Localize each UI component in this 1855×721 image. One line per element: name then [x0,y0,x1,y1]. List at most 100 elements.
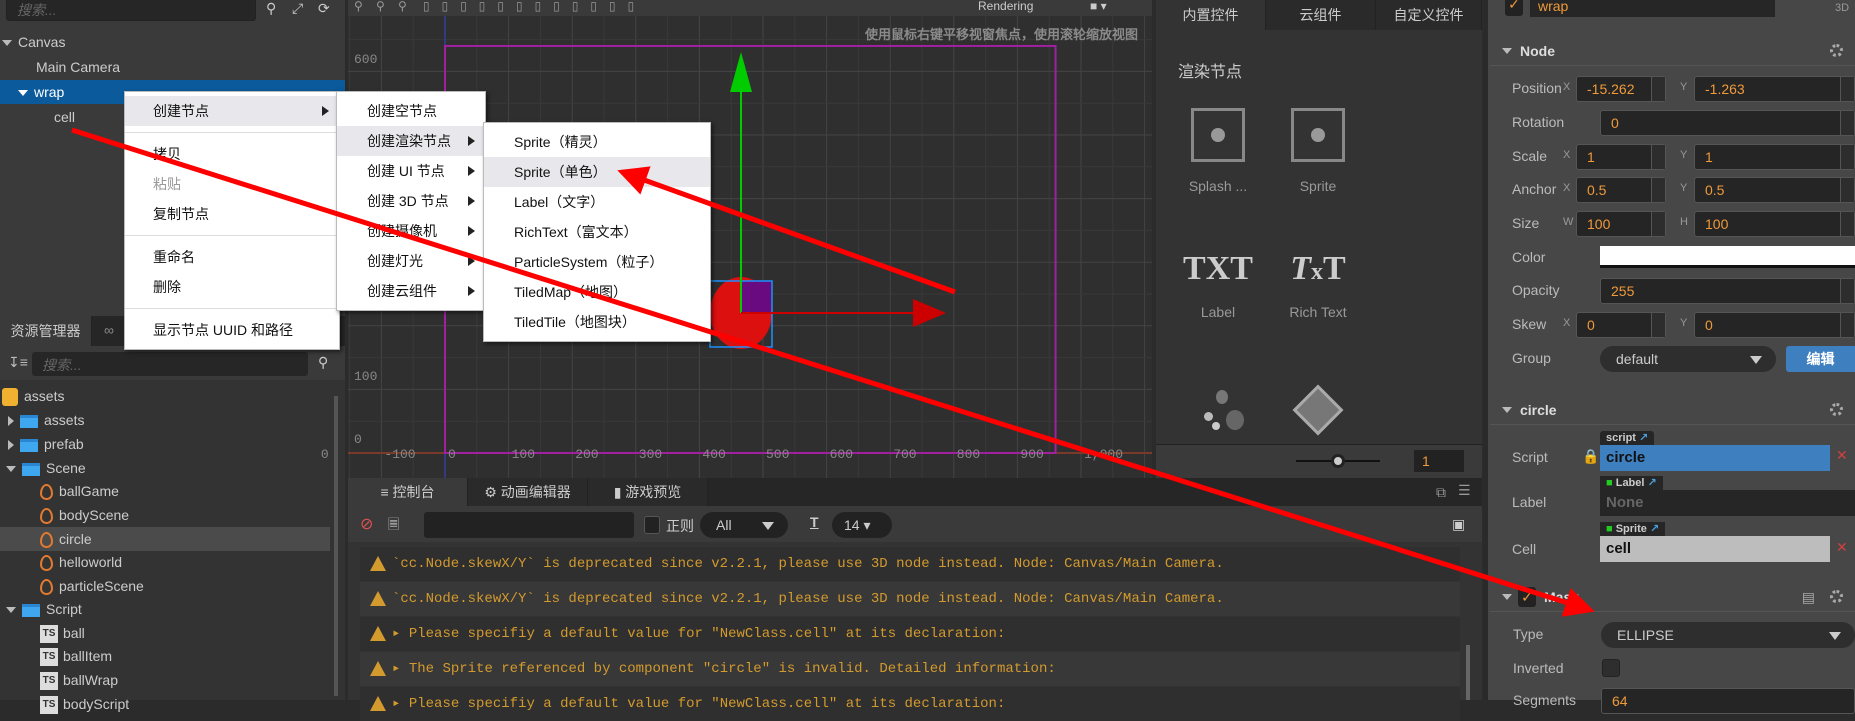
menu-item-empty-node[interactable]: 创建空节点 [337,96,485,126]
collapse-log-icon[interactable]: ▣ [1452,516,1465,533]
menu-item-create-node[interactable]: 创建节点 [125,96,339,126]
zoom-in-icon[interactable]: ⚲ [354,0,363,12]
console-message[interactable]: ▸ Please specifiy a default value for "N… [360,617,1460,651]
align-tools-icon[interactable]: ▯▯▯▯▯▯▯▯▯▯▯▯ [423,0,646,12]
stepper[interactable] [1651,178,1665,202]
asset-scene[interactable]: ballGame [0,479,345,503]
stepper[interactable] [1651,212,1665,236]
asset-script[interactable]: TS bodyScript [0,692,345,716]
stepper[interactable] [1840,279,1854,303]
color-swatch[interactable] [1600,246,1855,268]
expand-icon[interactable] [8,440,14,451]
sort-icon[interactable]: ↧≡ [8,354,28,371]
tab-custom[interactable]: 自定义控件 [1376,0,1482,30]
tab-builtin[interactable]: 内置控件 [1156,0,1266,30]
widget-richtext[interactable]: TxT Rich Text [1270,250,1366,320]
circle-section-header[interactable]: circle [1490,395,1855,425]
script-field[interactable]: circle [1600,445,1830,471]
asset-folder[interactable]: Scene [0,456,345,480]
console-filter-input[interactable] [424,512,634,538]
popout-icon[interactable]: ⧉ [1436,484,1446,501]
menu-item-render-node[interactable]: 创建渲染节点 [337,126,485,156]
link-icon[interactable]: ∞ [104,322,114,338]
font-size-select[interactable]: 14 ▾ [832,512,892,538]
stepper[interactable] [1840,178,1854,202]
menu-item-ui-node[interactable]: 创建 UI 节点 [337,156,485,186]
mask-section-header[interactable]: ✓ Mask ▤ [1490,582,1855,612]
console-message[interactable]: `cc.Node.skewX/Y` is deprecated since v2… [360,547,1460,581]
position-y-input[interactable]: -1.263 [1694,76,1855,102]
console-message[interactable]: ▸ The Sprite referenced by component "ci… [360,652,1460,686]
camera-icon[interactable]: ■ ▾ [1090,0,1107,12]
asset-folder[interactable]: assets [0,408,345,432]
console-scrollbar[interactable] [1466,645,1470,700]
gear-icon[interactable] [1830,44,1843,57]
asset-script[interactable]: TS ballItem [0,644,345,668]
asset-scene-selected[interactable]: circle [0,527,330,551]
zoom-value-input[interactable]: 1 [1414,450,1464,472]
zoom-reset-icon[interactable]: ⚲ [398,0,407,12]
tree-node-main-camera[interactable]: Main Camera [0,55,345,79]
gear-icon[interactable] [1830,403,1843,416]
console-message[interactable]: `cc.Node.skewX/Y` is deprecated since v2… [360,582,1460,616]
opacity-input[interactable]: 255 [1600,278,1855,304]
tab-animation-editor[interactable]: ⚙ 动画编辑器 [468,478,588,506]
stepper[interactable] [1840,77,1854,101]
anchor-y-input[interactable]: 0.5 [1694,177,1855,203]
search-icon[interactable]: ⚲ [266,0,276,17]
slider-handle[interactable] [1331,454,1345,468]
edit-group-button[interactable]: 编辑 [1786,346,1855,372]
menu-item-show-uuid[interactable]: 显示节点 UUID 和路径 [125,315,339,345]
tab-assets[interactable]: 资源管理器 [0,316,92,346]
menu-item-copy[interactable]: 拷贝 [125,139,339,169]
rendering-dropdown[interactable]: Rendering [978,0,1033,12]
asset-folder[interactable]: prefab [0,432,345,456]
asset-script[interactable]: TS ballWrap [0,668,345,692]
stepper[interactable] [1840,212,1854,236]
menu-item-rename[interactable]: 重命名 [125,242,339,272]
scale-x-input[interactable]: 1 [1576,144,1666,170]
node-section-header[interactable]: Node [1490,36,1855,66]
remove-icon[interactable]: ✕ [1836,447,1848,464]
menu-item-light[interactable]: 创建灯光 [337,246,485,276]
menu-item-camera[interactable]: 创建摄像机 [337,216,485,246]
stepper[interactable] [1840,145,1854,169]
tree-node-canvas[interactable]: Canvas [0,30,345,54]
3d-toggle[interactable]: 3D [1835,2,1849,14]
widget-splash[interactable]: Splash ... [1170,108,1266,208]
expand-icon[interactable] [8,416,14,427]
collapse-icon[interactable]: ⤢ [292,0,303,17]
expand-icon[interactable] [2,40,12,47]
menu-item-delete[interactable]: 删除 [125,272,339,302]
menu-item-label[interactable]: Label（文字） [484,187,710,217]
expand-icon[interactable] [18,90,28,97]
menu-item-sprite-splash[interactable]: Sprite（单色） [484,157,710,187]
widget-label[interactable]: TXT Label [1170,250,1266,320]
search-icon[interactable]: ⚲ [318,354,328,371]
anchor-x-input[interactable]: 0.5 [1576,177,1666,203]
asset-scene[interactable]: bodyScene [0,503,345,527]
segments-input[interactable]: 64 [1601,688,1855,714]
menu-item-particle[interactable]: ParticleSystem（粒子） [484,247,710,277]
menu-item-tiledmap[interactable]: TiledMap（地图） [484,277,710,307]
tiledmap-icon[interactable] [1292,384,1344,436]
rotation-input[interactable]: 0 [1600,110,1855,136]
menu-item-paste[interactable]: 粘贴 [125,169,339,199]
collapse-icon[interactable] [1502,407,1512,413]
log-level-select[interactable]: All [700,512,788,538]
mask-type-select[interactable]: ELLIPSE [1601,622,1855,648]
group-select[interactable]: default [1600,346,1776,372]
expand-icon[interactable] [6,466,16,473]
assets-scrollbar[interactable] [334,396,338,696]
assets-search-input[interactable]: 搜索... [32,352,308,376]
menu-item-cloud-component[interactable]: 创建云组件 [337,276,485,306]
zoom-out-icon[interactable]: ⚲ [376,0,385,12]
skew-y-input[interactable]: 0 [1694,312,1855,338]
position-x-input[interactable]: -15.262 [1576,76,1666,102]
log-file-icon[interactable]: 🗏 [388,514,399,538]
gear-icon[interactable] [1830,590,1843,603]
stepper[interactable] [1840,111,1854,135]
inverted-checkbox[interactable] [1602,659,1620,677]
stepper[interactable] [1651,145,1665,169]
tab-cloud[interactable]: 云组件 [1266,0,1376,30]
